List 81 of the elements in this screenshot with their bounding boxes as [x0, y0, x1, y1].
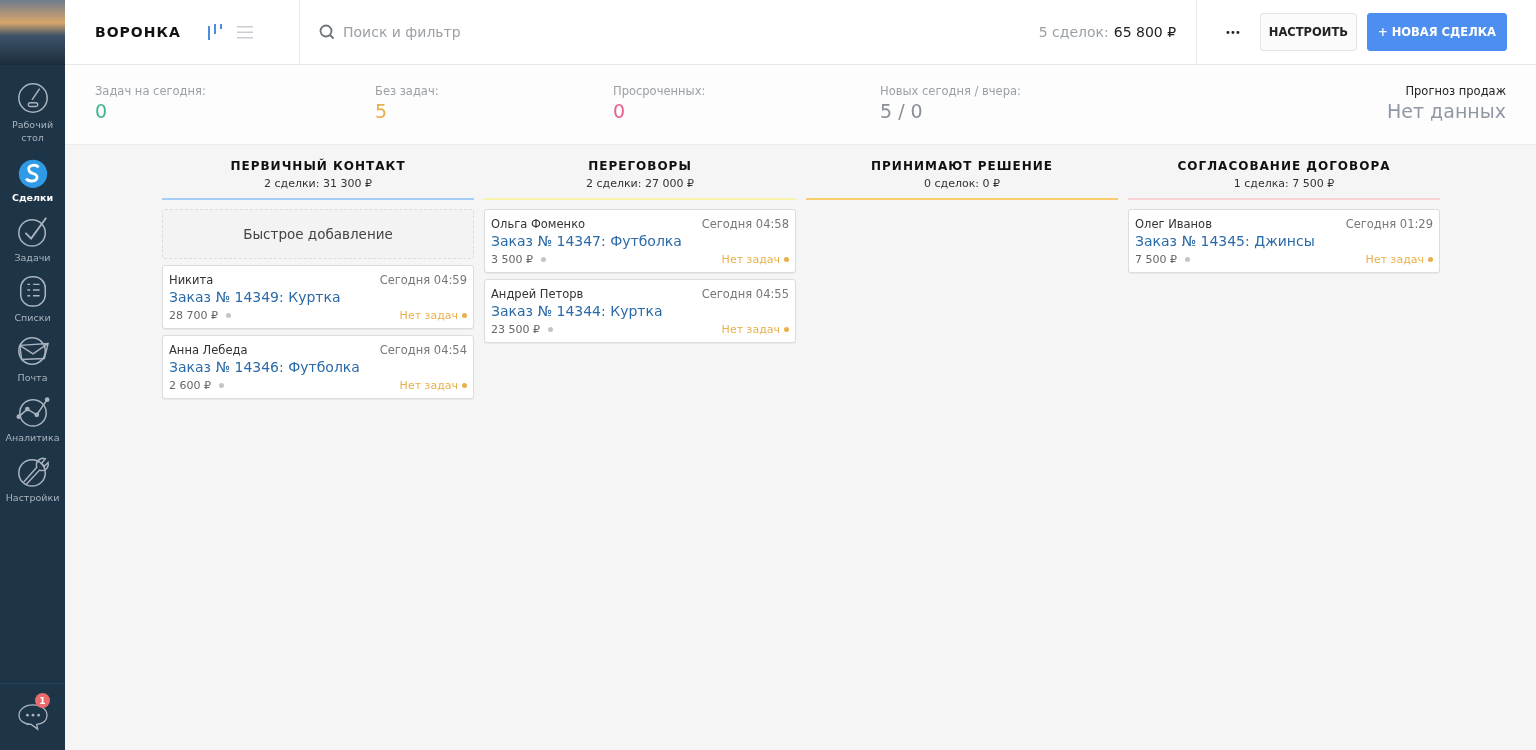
status-dot-icon [1428, 257, 1433, 262]
stat-label: Задач на сегодня: [95, 84, 207, 98]
stat-value: 0 [613, 100, 627, 122]
stat-label: Новых сегодня / вчера: [880, 84, 1022, 98]
contact-name: Никита [169, 273, 214, 287]
stat-value: 0 [95, 100, 109, 122]
configure-button[interactable]: НАСТРОИТЬ [1259, 13, 1358, 51]
status-dot-icon [462, 313, 467, 318]
sidebar-item[interactable]: Рабочий стол [0, 65, 65, 148]
status-dot-icon [462, 383, 467, 388]
contact-name: Олег Иванов [1135, 217, 1212, 231]
photo-placeholder [0, 0, 65, 65]
column-title: ПЕРВИЧНЫЙ КОНТАКТ [230, 159, 406, 173]
sidebar-item[interactable]: Аналитика [0, 388, 65, 448]
deal-time: Сегодня 04:59 [379, 273, 467, 287]
deal-price: 2 600 ₽ [169, 379, 211, 392]
deal-link[interactable]: Заказ № 14346: Футболка [169, 359, 360, 375]
deal-price: 7 500 ₽ [1135, 253, 1177, 266]
notification-badge: 1 [35, 693, 50, 708]
contact-name: Ольга Фоменко [491, 217, 586, 231]
deal-card[interactable]: Олег Иванов Сегодня 01:29 Заказ № 14345: Джинсы 7 500 ₽ Нет задач [1128, 209, 1440, 273]
deals-count: 5 сделок: [1038, 24, 1109, 40]
forecast-value: Нет данных [1387, 100, 1506, 122]
column-title: ПЕРЕГОВОРЫ [588, 159, 692, 173]
stat-value: 5 [375, 100, 389, 122]
deal-card[interactable]: Ольга Фоменко Сегодня 04:58 Заказ № 14347: Футболка 3 500 ₽ Нет задач [484, 209, 796, 273]
task-status: Нет задач [721, 253, 780, 266]
column-title: СОГЛАСОВАНИЕ ДОГОВОРА [1177, 159, 1391, 173]
deal-time: Сегодня 04:58 [701, 217, 789, 231]
status-dot-icon [784, 257, 789, 262]
more-button[interactable]: ••• [1215, 22, 1250, 42]
dot-icon [1185, 257, 1190, 262]
checkmark-icon [15, 214, 50, 248]
deal-card[interactable]: Андрей Петорв Сегодня 04:55 Заказ № 14344: Куртка 23 500 ₽ Нет задач [484, 279, 796, 343]
deal-card[interactable]: Анна Лебеда Сегодня 04:54 Заказ № 14346: Футболка 2 600 ₽ Нет задач [162, 335, 474, 399]
deal-link[interactable]: Заказ № 14345: Джинсы [1135, 233, 1315, 249]
deal-link[interactable]: Заказ № 14349: Куртка [169, 289, 341, 305]
task-status: Нет задач [399, 379, 458, 392]
search-field[interactable]: Поиск и фильтр [341, 23, 645, 41]
dot-icon [548, 327, 553, 332]
dot-icon [226, 313, 231, 318]
chat-bubble-icon[interactable] [16, 703, 49, 731]
status-dot-icon [784, 327, 789, 332]
page-title: ВОРОНКА [95, 24, 181, 40]
stat-label: Без задач: [375, 84, 440, 98]
contact-name: Анна Лебеда [169, 343, 248, 357]
contact-name: Андрей Петорв [491, 287, 584, 301]
column-title: ПРИНИМАЮТ РЕШЕНИЕ [871, 159, 1053, 173]
sidebar-item[interactable]: Настройки [0, 448, 65, 508]
sidebar-item[interactable]: Почта [0, 328, 65, 388]
sidebar-item[interactable]: Списки [0, 268, 65, 328]
forecast-label: Прогноз продаж [1405, 84, 1506, 98]
stat-label: Просроченных: [613, 84, 707, 98]
deal-link[interactable]: Заказ № 14344: Куртка [491, 303, 663, 319]
deal-time: Сегодня 01:29 [1345, 217, 1433, 231]
column-count: 2 сделки: 31 300 ₽ [264, 177, 372, 190]
task-status: Нет задач [399, 309, 458, 322]
stat-value: 5 / 0 [880, 100, 924, 122]
line-chart-icon [15, 394, 50, 428]
deal-price: 23 500 ₽ [491, 323, 540, 336]
deal-time: Сегодня 04:55 [701, 287, 789, 301]
dot-icon [219, 383, 224, 388]
task-status: Нет задач [721, 323, 780, 336]
deal-price: 3 500 ₽ [491, 253, 533, 266]
dot-icon [541, 257, 546, 262]
deals-total: 65 800 ₽ [1113, 24, 1177, 40]
deal-card[interactable]: Никита Сегодня 04:59 Заказ № 14349: Куртка 28 700 ₽ Нет задач [162, 265, 474, 329]
deal-time: Сегодня 04:54 [379, 343, 467, 357]
deal-price: 28 700 ₽ [169, 309, 218, 322]
task-status: Нет задач [1365, 253, 1424, 266]
column-count: 2 сделки: 27 000 ₽ [586, 177, 694, 190]
search-icon [319, 24, 335, 40]
quick-add-button[interactable]: Быстрое добавление [162, 209, 474, 259]
envelope-icon [15, 334, 50, 368]
column-count: 1 сделка: 7 500 ₽ [1233, 177, 1335, 190]
sidebar-item[interactable]: Задачи [0, 208, 65, 268]
column-count: 0 сделок: 0 ₽ [924, 177, 1000, 190]
deal-link[interactable]: Заказ № 14347: Футболка [491, 233, 682, 249]
gauge-icon [15, 81, 50, 115]
columns-view-icon[interactable] [206, 23, 223, 41]
sidebar-item[interactable]: Сделки [0, 148, 65, 208]
